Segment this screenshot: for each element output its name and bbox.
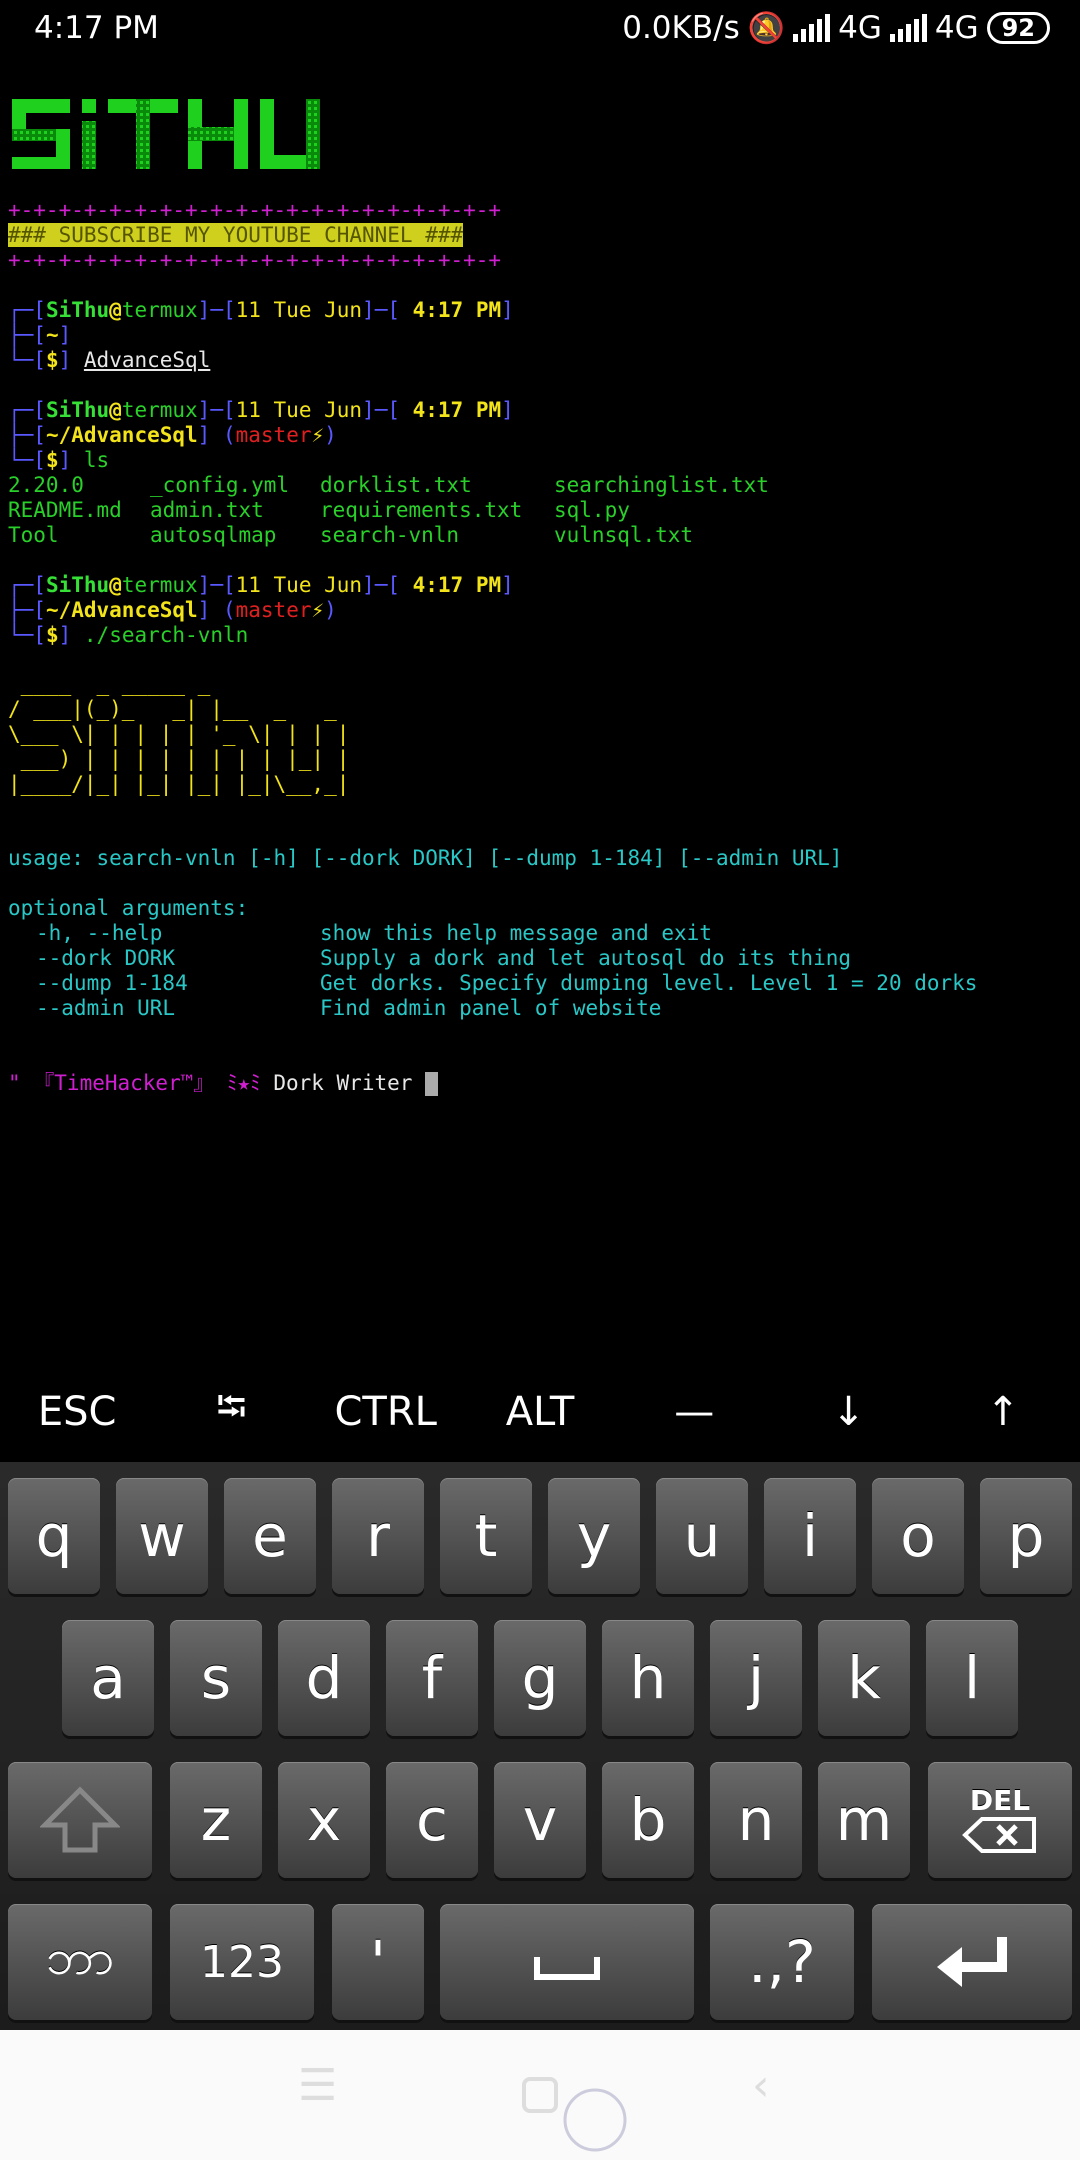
- mute-icon: 🔕: [747, 10, 786, 46]
- key-p[interactable]: p: [980, 1478, 1072, 1594]
- back-icon[interactable]: ‹: [752, 2060, 770, 2111]
- network-speed: 0.0KB/s: [622, 10, 740, 46]
- punctuation-key[interactable]: .,?: [710, 1904, 854, 2020]
- space-icon: [534, 1957, 600, 1980]
- key-b[interactable]: b: [602, 1762, 694, 1878]
- key-t[interactable]: t: [440, 1478, 532, 1594]
- enter-key[interactable]: [872, 1904, 1072, 2020]
- language-key[interactable]: ဘာ: [8, 1904, 152, 2020]
- apostrophe-key[interactable]: ': [332, 1904, 424, 2020]
- key-u[interactable]: u: [656, 1478, 748, 1594]
- prompt-header: ┌─[SiThu@termux]─[11 Tue Jun]─[ 4:17 PM]: [8, 573, 514, 597]
- key-e[interactable]: e: [224, 1478, 316, 1594]
- key-w[interactable]: w: [116, 1478, 208, 1594]
- esc-key[interactable]: ESC: [0, 1362, 154, 1462]
- prompt-text: Dork Writer: [273, 1071, 413, 1095]
- prompt-dir: ├─[~/AdvanceSql] (master⚡): [8, 423, 337, 447]
- key-i[interactable]: i: [764, 1478, 856, 1594]
- key-n[interactable]: n: [710, 1762, 802, 1878]
- key-l[interactable]: l: [926, 1620, 1018, 1736]
- sithu-logo: [12, 99, 320, 169]
- navigation-bar: ☰ ‹: [0, 2030, 1080, 2160]
- prompt-dir: ├─[~]: [8, 323, 72, 347]
- arrow-down-key[interactable]: ↓: [771, 1362, 925, 1462]
- argument-row: --dump 1-184 Get dorks. Specify dumping l…: [36, 971, 978, 995]
- key-m[interactable]: m: [818, 1762, 910, 1878]
- key-c[interactable]: c: [386, 1762, 478, 1878]
- prompt-header: ┌─[SiThu@termux]─[11 Tue Jun]─[ 4:17 PM]: [8, 398, 514, 422]
- keyboard-row-2: a s d f g h j k l: [0, 1604, 1080, 1736]
- key-s[interactable]: s: [170, 1620, 262, 1736]
- assistant-circle-icon: [563, 2088, 627, 2152]
- numbers-key[interactable]: 123: [170, 1904, 314, 2020]
- key-d[interactable]: d: [278, 1620, 370, 1736]
- shift-key[interactable]: [8, 1762, 152, 1878]
- argument-row: --admin URL Find admin panel of website: [36, 996, 662, 1020]
- ls-output-row: README.md admin.txt requirements.txt sql.py: [8, 498, 630, 522]
- keyboard-row-4: ဘာ 123 ' .,?: [0, 1888, 1080, 2020]
- network-type-1: 4G: [838, 10, 882, 46]
- ls-output-row: 2.20.0 _config.yml dorklist.txt searchingli…: [8, 473, 769, 497]
- key-r[interactable]: r: [332, 1478, 424, 1594]
- extra-keys-bar: ESC ⭾ CTRL ALT — ↓ ↑: [0, 1362, 1080, 1462]
- banner-border-bottom: +-+-+-+-+-+-+-+-+-+-+-+-+-+-+-+-+-+-+-+: [8, 248, 502, 272]
- prompt-command: └─[$] ./search-vnln: [8, 623, 249, 647]
- keyboard-row-3: z x c v b n m DEL: [0, 1746, 1080, 1878]
- banner-border-top: +-+-+-+-+-+-+-+-+-+-+-+-+-+-+-+-+-+-+-+: [8, 198, 502, 222]
- prompt-dir: ├─[~/AdvanceSql] (master⚡): [8, 598, 337, 622]
- key-o[interactable]: o: [872, 1478, 964, 1594]
- menu-icon[interactable]: ☰: [298, 2060, 337, 2111]
- keyboard-row-1: q w e r t y u i o p: [0, 1462, 1080, 1594]
- key-j[interactable]: j: [710, 1620, 802, 1736]
- key-z[interactable]: z: [170, 1762, 262, 1878]
- input-prompt-line[interactable]: " 『TimeHacker™』 ﾐ★ﾐ Dork Writer: [8, 1071, 439, 1096]
- ctrl-key[interactable]: CTRL: [309, 1362, 463, 1462]
- tab-key[interactable]: ⭾: [154, 1362, 308, 1462]
- prompt-header: ┌─[SiThu@termux]─[11 Tue Jun]─[ 4:17 PM]: [8, 298, 514, 322]
- key-g[interactable]: g: [494, 1620, 586, 1736]
- delete-label: DEL: [969, 1784, 1031, 1817]
- argument-row: -h, --help show this help message and exi…: [36, 921, 712, 945]
- key-f[interactable]: f: [386, 1620, 478, 1736]
- ls-output-row: Tool autosqlmap search-vnln vulnsql.txt: [8, 523, 694, 547]
- soft-keyboard: q w e r t y u i o p a s d f g h j k l z …: [0, 1462, 1080, 2030]
- status-time: 4:17 PM: [34, 10, 159, 46]
- network-type-2: 4G: [934, 10, 979, 46]
- text-cursor: [425, 1072, 439, 1096]
- home-icon[interactable]: [520, 2075, 560, 2115]
- argument-row: --dork DORK Supply a dork and let autosql…: [36, 946, 852, 970]
- space-key[interactable]: [440, 1904, 694, 2020]
- alt-key[interactable]: ALT: [463, 1362, 617, 1462]
- key-q[interactable]: q: [8, 1478, 100, 1594]
- dash-key[interactable]: —: [617, 1362, 771, 1462]
- battery-icon: 92: [986, 12, 1050, 44]
- key-k[interactable]: k: [818, 1620, 910, 1736]
- signal-icon: [793, 14, 831, 42]
- key-y[interactable]: y: [548, 1478, 640, 1594]
- ascii-art-banner: ____ _ _____ _ / ___|(_)_ _| |__ _ _ \__…: [8, 672, 350, 796]
- arrow-up-key[interactable]: ↑: [926, 1362, 1080, 1462]
- prompt-prefix: " 『TimeHacker™』 ﾐ★ﾐ: [8, 1071, 261, 1095]
- key-h[interactable]: h: [602, 1620, 694, 1736]
- key-a[interactable]: a: [62, 1620, 154, 1736]
- status-bar: 4:17 PM 0.0KB/s 🔕 4G 4G 92: [0, 0, 1080, 62]
- usage-line: usage: search-vnln [-h] [--dork DORK] [-…: [8, 846, 843, 870]
- optional-arguments-header: optional arguments:: [8, 896, 249, 920]
- prompt-command: └─[$] AdvanceSql: [8, 348, 211, 372]
- backspace-icon: [962, 1817, 1036, 1853]
- key-x[interactable]: x: [278, 1762, 370, 1878]
- delete-key[interactable]: DEL: [928, 1762, 1072, 1878]
- signal-icon: [889, 14, 927, 42]
- key-v[interactable]: v: [494, 1762, 586, 1878]
- prompt-command: └─[$] ls: [8, 448, 110, 472]
- shift-icon: [40, 1786, 120, 1853]
- enter-icon: [937, 1937, 1007, 1987]
- banner-text: ### SUBSCRIBE MY YOUTUBE CHANNEL ###: [8, 223, 464, 247]
